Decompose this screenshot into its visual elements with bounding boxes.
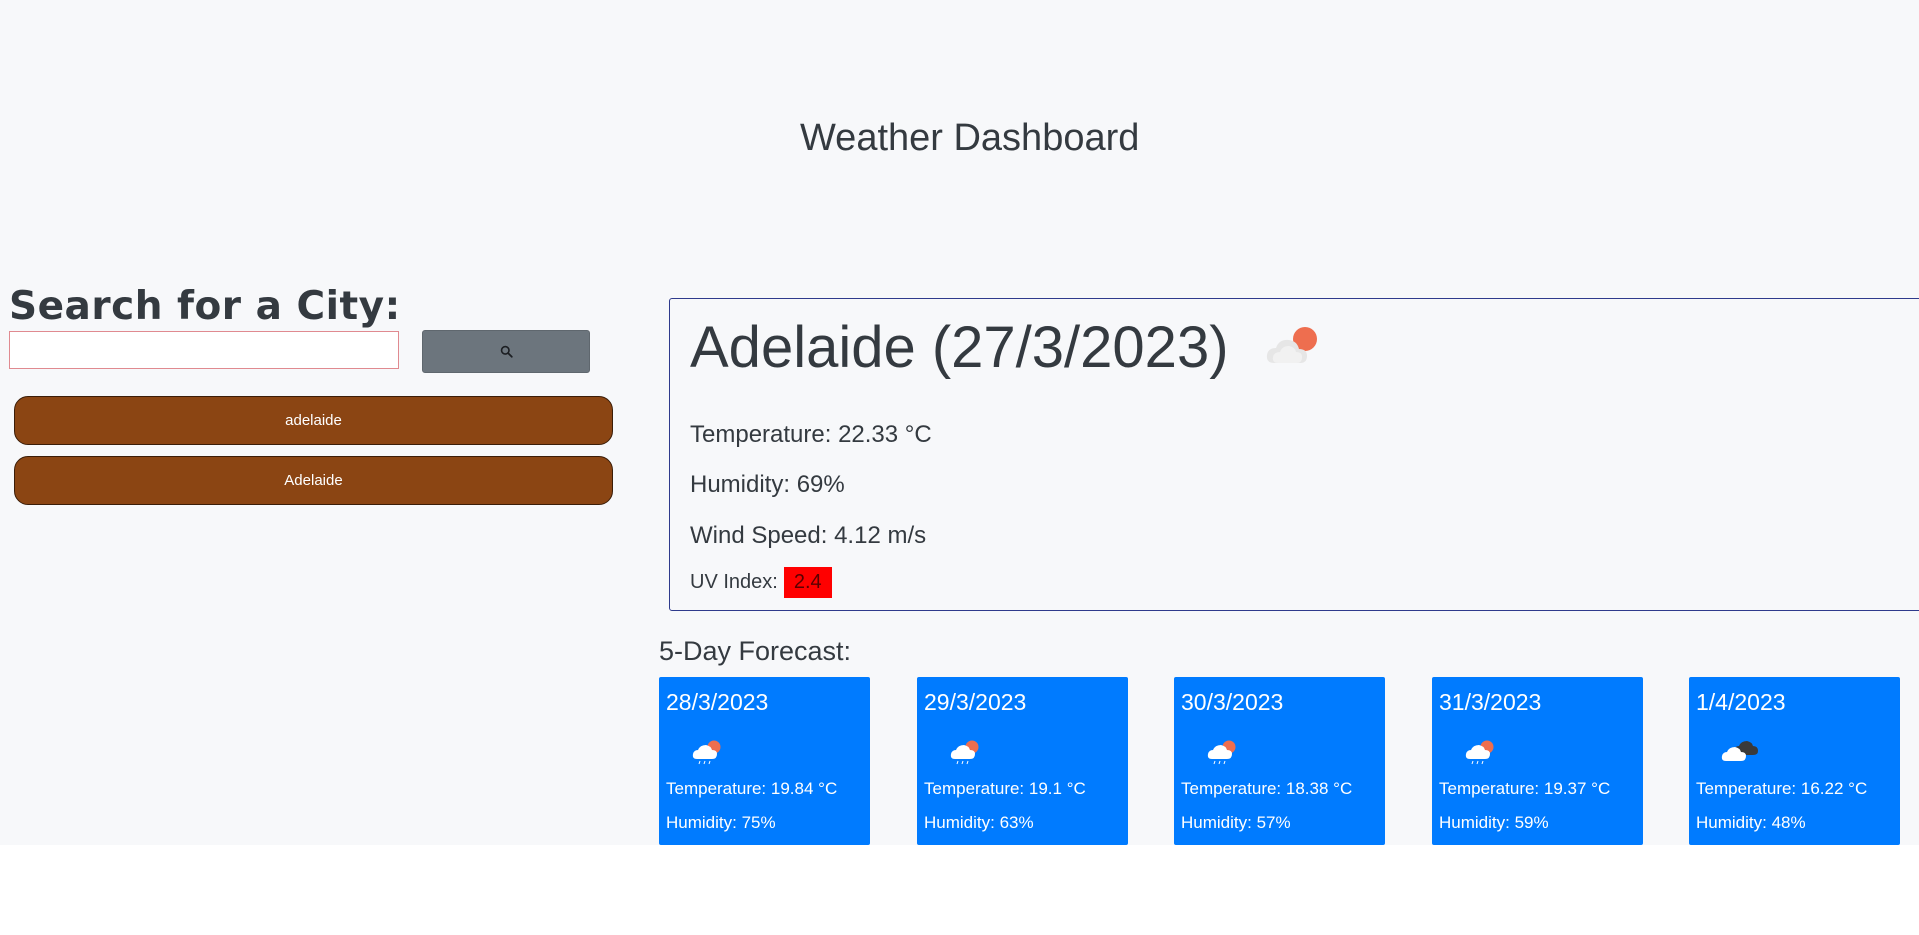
forecast-humidity: Humidity: 59% bbox=[1439, 813, 1549, 832]
history-button-adelaide[interactable]: Adelaide bbox=[14, 456, 613, 505]
forecast-date: 31/3/2023 bbox=[1439, 689, 1542, 715]
city-search-input[interactable] bbox=[9, 331, 399, 369]
forecast-temperature: Temperature: 19.84 °C bbox=[666, 779, 838, 798]
forecast-card: 28/3/2023 Temperature: 19.84 °C Humidity… bbox=[659, 677, 870, 845]
forecast-temperature: Temperature: 19.1 °C bbox=[924, 779, 1086, 798]
broken-clouds-icon bbox=[1720, 735, 1760, 770]
search-button[interactable] bbox=[422, 330, 590, 373]
light-rain-day-icon bbox=[1205, 735, 1241, 770]
forecast-card: 31/3/2023 Temperature: 19.37 °C Humidity… bbox=[1432, 677, 1643, 845]
light-rain-day-icon bbox=[1463, 735, 1499, 770]
forecast-temperature: Temperature: 18.38 °C bbox=[1181, 779, 1353, 798]
current-weather-card: Adelaide (27/3/2023) Temperature: 22.33 … bbox=[669, 298, 1919, 611]
uv-index-badge: 2.4 bbox=[783, 566, 832, 598]
forecast-card: 30/3/2023 Temperature: 18.38 °C Humidity… bbox=[1174, 677, 1385, 845]
uv-index-row: UV Index: 2.4 bbox=[690, 566, 832, 598]
light-rain-day-icon bbox=[948, 735, 984, 770]
current-humidity: Humidity: 69% bbox=[690, 471, 845, 498]
current-city-heading: Adelaide (27/3/2023) bbox=[690, 315, 1229, 380]
forecast-date: 29/3/2023 bbox=[924, 689, 1027, 715]
forecast-temperature: Temperature: 16.22 °C bbox=[1696, 779, 1868, 798]
search-icon bbox=[500, 345, 513, 358]
current-temperature: Temperature: 22.33 °C bbox=[690, 421, 932, 448]
forecast-card: 1/4/2023 Temperature: 16.22 °C Humidity:… bbox=[1689, 677, 1900, 845]
partly-cloudy-day-icon bbox=[1260, 321, 1330, 376]
history-button-adelaide-lower[interactable]: adelaide bbox=[14, 396, 613, 445]
page-title: Weather Dashboard bbox=[800, 117, 1140, 159]
dashboard-page: Weather Dashboard Search for a City: ade… bbox=[0, 0, 1919, 845]
forecast-card: 29/3/2023 Temperature: 19.1 °C Humidity:… bbox=[917, 677, 1128, 845]
forecast-humidity: Humidity: 63% bbox=[924, 813, 1034, 832]
light-rain-day-icon bbox=[690, 735, 726, 770]
forecast-humidity: Humidity: 48% bbox=[1696, 813, 1806, 832]
forecast-date: 1/4/2023 bbox=[1696, 689, 1786, 715]
forecast-humidity: Humidity: 57% bbox=[1181, 813, 1291, 832]
search-heading: Search for a City: bbox=[9, 284, 401, 329]
forecast-heading: 5-Day Forecast: bbox=[659, 636, 852, 666]
forecast-temperature: Temperature: 19.37 °C bbox=[1439, 779, 1611, 798]
uv-index-label: UV Index: bbox=[690, 571, 778, 593]
forecast-date: 28/3/2023 bbox=[666, 689, 769, 715]
current-wind-speed: Wind Speed: 4.12 m/s bbox=[690, 522, 927, 549]
forecast-humidity: Humidity: 75% bbox=[666, 813, 776, 832]
forecast-date: 30/3/2023 bbox=[1181, 689, 1284, 715]
